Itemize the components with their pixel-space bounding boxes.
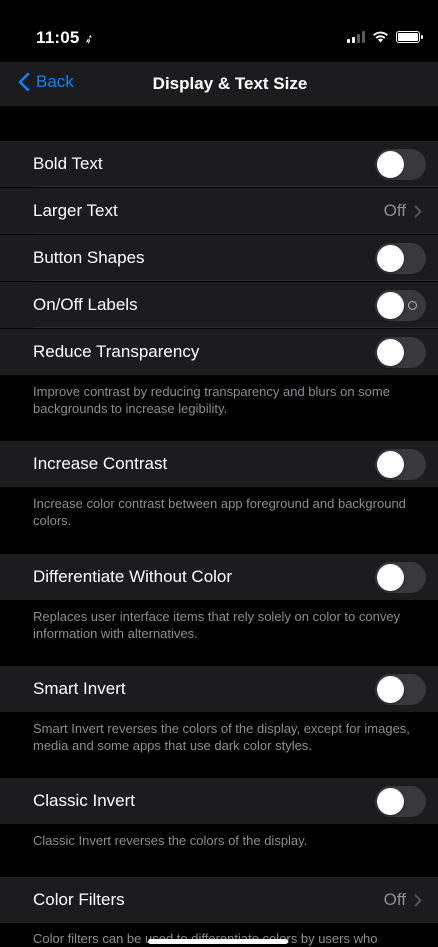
toggle-knob	[377, 451, 404, 478]
wifi-icon	[373, 31, 388, 43]
classic-invert-toggle[interactable]	[375, 786, 426, 817]
bold-text-row[interactable]: Bold Text	[0, 141, 438, 187]
button-shapes-label: Button Shapes	[33, 248, 145, 267]
button-shapes-row[interactable]: Button Shapes	[0, 235, 438, 281]
differentiate-without-color-label: Differentiate Without Color	[33, 567, 233, 586]
onoff-labels-label: On/Off Labels	[33, 295, 138, 314]
increase-contrast-row[interactable]: Increase Contrast	[0, 441, 438, 487]
toggle-knob	[377, 339, 404, 366]
color-filters-row[interactable]: Color Filters Off	[0, 877, 438, 923]
off-indicator-icon	[408, 301, 417, 310]
row-separator	[33, 280, 438, 281]
chevron-right-icon	[414, 894, 422, 907]
differentiate-without-color-row[interactable]: Differentiate Without Color	[0, 554, 438, 600]
battery-icon	[396, 30, 423, 43]
onoff-labels-toggle[interactable]	[375, 290, 426, 321]
toggle-knob	[377, 245, 404, 272]
status-icons	[347, 30, 423, 43]
reduce-transparency-toggle[interactable]	[375, 337, 426, 368]
toggle-knob	[377, 292, 404, 319]
smart-invert-footer: Smart Invert reverses the colors of the …	[33, 721, 410, 753]
row-separator	[33, 327, 438, 328]
button-shapes-toggle[interactable]	[375, 243, 426, 274]
navigation-bar: Back Display & Text Size	[0, 62, 438, 106]
toggle-knob	[377, 151, 404, 178]
color-filters-label: Color Filters	[33, 890, 125, 909]
reduce-transparency-row[interactable]: Reduce Transparency	[0, 329, 438, 375]
classic-invert-row[interactable]: Classic Invert	[0, 778, 438, 824]
color-filters-value: Off	[383, 890, 406, 909]
classic-invert-footer: Classic Invert reverses the colors of th…	[33, 833, 308, 848]
toggle-knob	[377, 788, 404, 815]
larger-text-label: Larger Text	[33, 201, 118, 220]
row-separator	[33, 186, 438, 187]
chevron-right-icon	[414, 205, 422, 218]
larger-text-value: Off	[383, 201, 406, 220]
onoff-labels-row[interactable]: On/Off Labels	[0, 282, 438, 328]
page-title: Display & Text Size	[152, 74, 308, 93]
reduce-transparency-footer: Improve contrast by reducing transparenc…	[33, 384, 390, 416]
bold-text-label: Bold Text	[33, 154, 103, 173]
status-bar: 11:05 ➶	[0, 0, 438, 60]
classic-invert-label: Classic Invert	[33, 791, 136, 810]
smart-invert-toggle[interactable]	[375, 674, 426, 705]
increase-contrast-toggle[interactable]	[375, 449, 426, 480]
time-text: 11:05	[36, 28, 80, 47]
differentiate-without-color-toggle[interactable]	[375, 562, 426, 593]
home-indicator[interactable]	[148, 939, 288, 944]
differentiate-without-color-footer: Replaces user interface items that rely …	[33, 609, 401, 641]
increase-contrast-label: Increase Contrast	[33, 454, 168, 473]
smart-invert-row[interactable]: Smart Invert	[0, 666, 438, 712]
bold-text-toggle[interactable]	[375, 149, 426, 180]
toggle-knob	[377, 564, 404, 591]
larger-text-row[interactable]: Larger Text Off	[0, 188, 438, 234]
toggle-knob	[377, 676, 404, 703]
location-arrow-icon: ➶	[81, 30, 96, 48]
cellular-signal-icon	[347, 30, 365, 43]
reduce-transparency-label: Reduce Transparency	[33, 342, 200, 361]
smart-invert-label: Smart Invert	[33, 679, 126, 698]
row-separator	[33, 233, 438, 234]
increase-contrast-footer: Increase color contrast between app fore…	[33, 496, 406, 528]
status-time: 11:05 ➶	[36, 28, 96, 48]
